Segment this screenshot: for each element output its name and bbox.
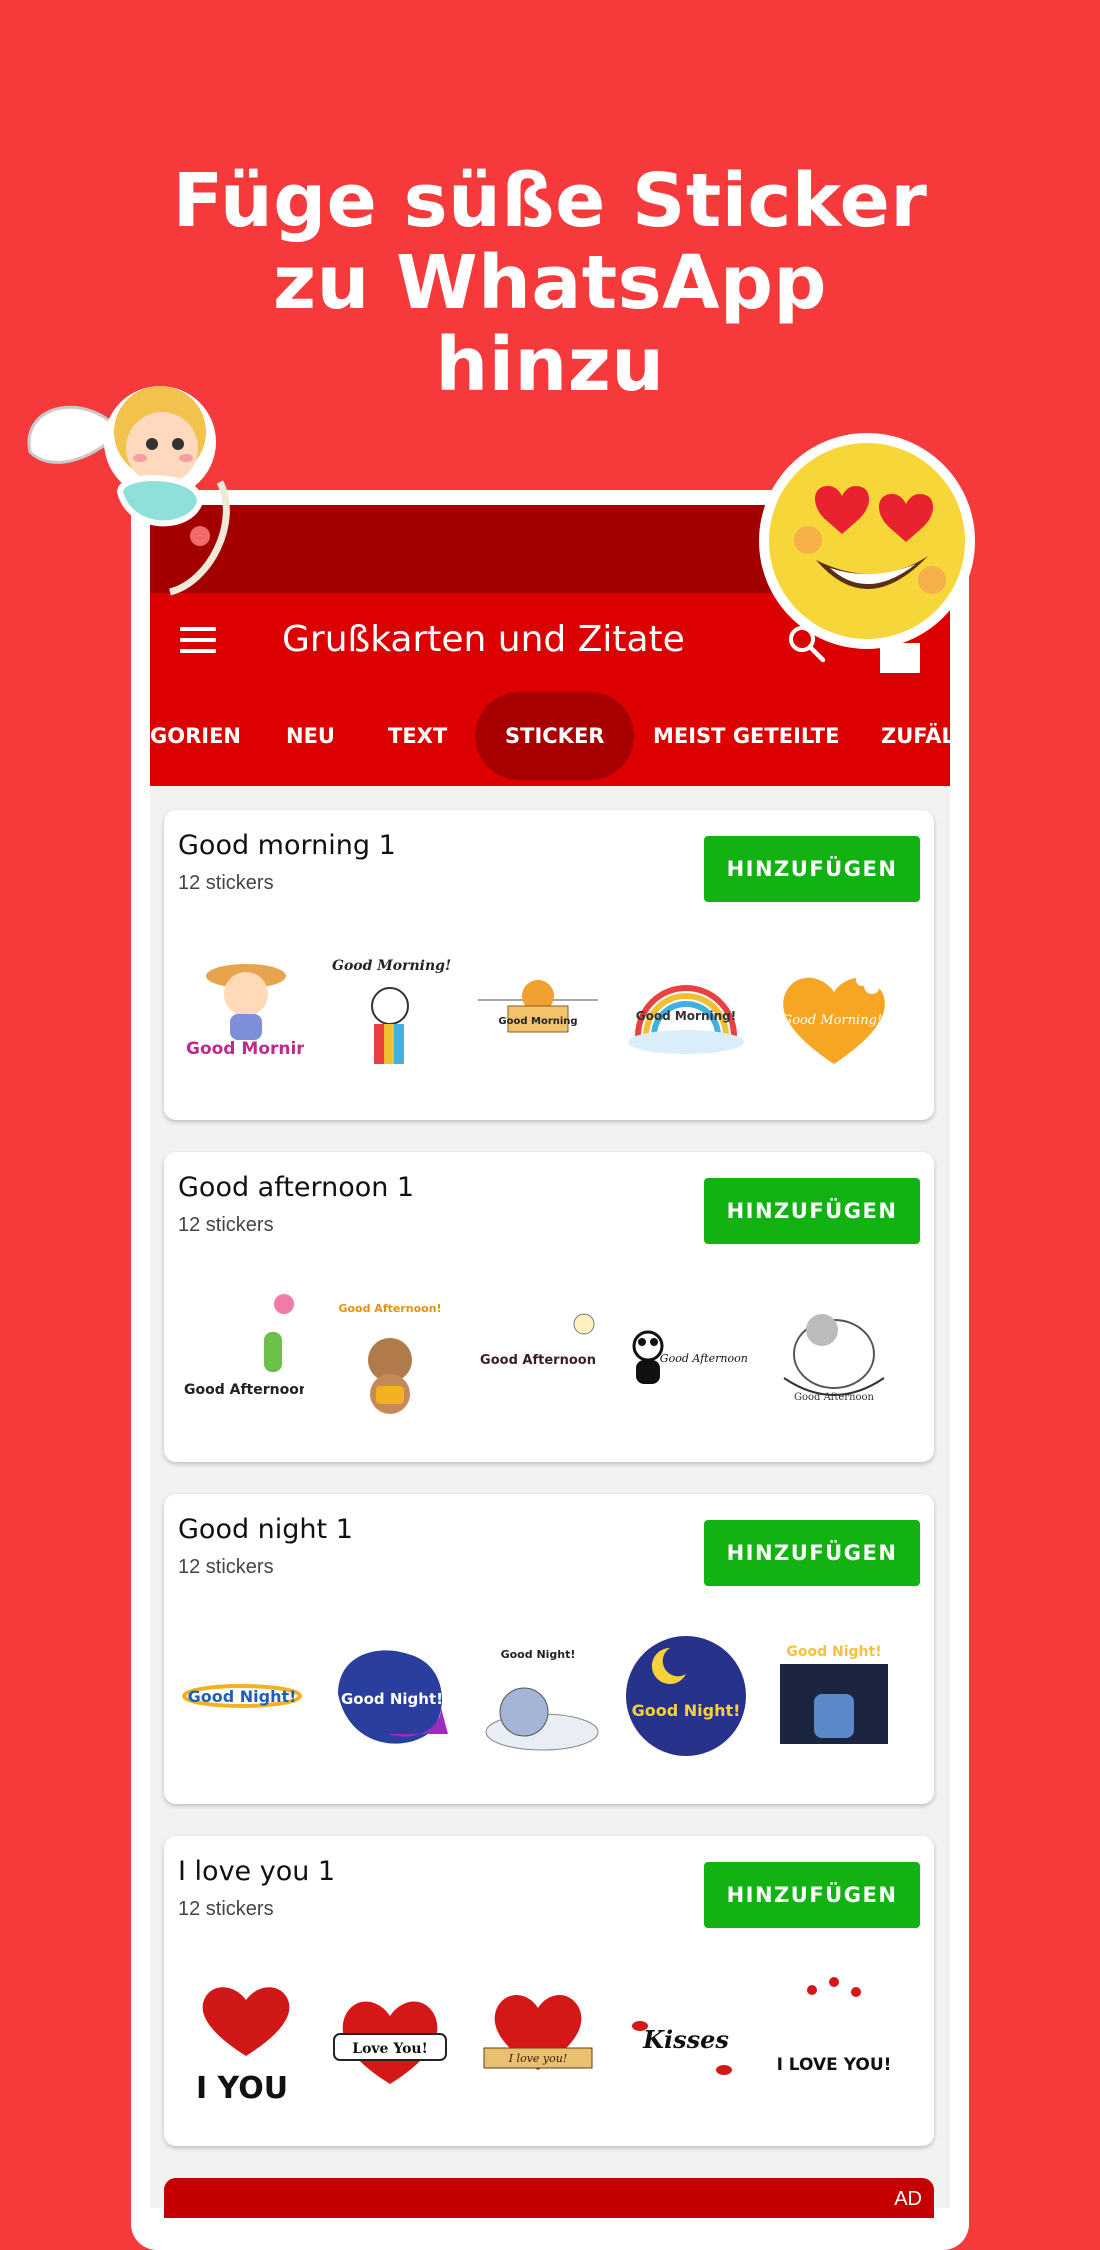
sticker-text: Good Morning!	[636, 1009, 736, 1023]
sticker-text: Good Afternoon	[794, 1392, 875, 1403]
sticker-preview: Good Morning!	[328, 940, 452, 1080]
sticker-text: Good Afternoon!	[338, 1302, 441, 1315]
pack-count: 12 stickers	[178, 1556, 274, 1578]
sticker-text: I LOVE YOU!	[777, 2055, 892, 2075]
sticker-preview: Good Morning!	[772, 940, 896, 1080]
sticker-preview: Good Morning!	[624, 940, 748, 1080]
app-title: Grußkarten und Zitate	[282, 619, 685, 660]
sticker-text: Good Morning!	[782, 1013, 882, 1028]
sticker-text: Good Morning!	[332, 958, 451, 974]
sticker-text: I YOU	[196, 2071, 288, 2106]
headline-line-2: zu WhatsApp	[273, 240, 827, 326]
sticker-preview: Good Afternoon	[476, 1282, 600, 1422]
tab-sticker[interactable]: STICKER	[475, 692, 635, 780]
sticker-preview-row: I YOU Love You! I love you! Kisses I LOV…	[180, 1966, 920, 2106]
sticker-preview: Good Afternoon!	[624, 1282, 748, 1422]
add-pack-button[interactable]: HINZUFÜGEN	[704, 836, 920, 902]
tab-most-shared[interactable]: MEIST GETEILTE	[653, 686, 839, 786]
sticker-preview: Good Afternoon	[180, 1282, 304, 1422]
tab-categories[interactable]: GORIEN	[150, 686, 241, 786]
sticker-pack-card[interactable]: I love you 1 12 stickers HINZUFÜGEN I YO…	[164, 1836, 934, 2146]
sticker-preview: I YOU	[180, 1966, 304, 2106]
sticker-text: Good Night!	[786, 1644, 881, 1660]
sticker-preview-row: Good Afternoon Good Afternoon! Good Afte…	[180, 1282, 920, 1422]
sticker-preview: Love You!	[328, 1966, 452, 2106]
cupid-sticker	[27, 386, 230, 596]
sticker-text: Good Afternoon	[480, 1353, 596, 1368]
sticker-text: Good Night!	[632, 1701, 741, 1720]
sticker-text: Good Morning!	[186, 1039, 304, 1059]
sticker-text: Kisses	[642, 2025, 729, 2054]
heart-eyes-emoji-icon	[759, 433, 975, 649]
sticker-preview: Good Afternoon!	[328, 1282, 452, 1422]
sticker-pack-card[interactable]: Good afternoon 1 12 stickers HINZUFÜGEN …	[164, 1152, 934, 1462]
tab-new[interactable]: NEU	[286, 686, 335, 786]
sticker-preview: Good Night!	[328, 1624, 452, 1764]
sticker-pack-card[interactable]: Good night 1 12 stickers HINZUFÜGEN Good…	[164, 1494, 934, 1804]
sticker-preview: Good Night!	[772, 1624, 896, 1764]
sticker-preview: Good Afternoon	[772, 1282, 896, 1422]
headline-line-1: Füge süße Sticker	[172, 158, 928, 244]
sticker-preview-row: Good Morning! Good Morning! Good Morning	[180, 940, 920, 1080]
pack-title: I love you 1	[178, 1856, 336, 1887]
sticker-text: I love you!	[508, 2052, 568, 2065]
sticker-preview: I love you!	[476, 1966, 600, 2106]
sticker-text: Love You!	[352, 2041, 428, 2057]
pack-title: Good night 1	[178, 1514, 353, 1545]
sticker-preview: I LOVE YOU!	[772, 1966, 896, 2106]
sticker-preview: Good Night!	[180, 1624, 304, 1764]
add-pack-button[interactable]: HINZUFÜGEN	[704, 1520, 920, 1586]
sticker-text: Good Night!	[341, 1690, 443, 1708]
pack-count: 12 stickers	[178, 872, 274, 894]
sticker-text: Good Afternoon	[184, 1382, 304, 1398]
sticker-text: Good Afternoon!	[660, 1352, 748, 1365]
ad-banner[interactable]: AD	[164, 2178, 934, 2218]
sticker-preview-row: Good Night! Good Night! Good Night! Good…	[180, 1624, 920, 1764]
tab-bar: GORIEN NEU TEXT STICKER MEIST GETEILTE Z…	[150, 686, 950, 786]
sticker-preview: Good Morning!	[180, 940, 304, 1080]
tab-text[interactable]: TEXT	[388, 686, 447, 786]
sticker-pack-card[interactable]: Good morning 1 12 stickers HINZUFÜGEN Go…	[164, 810, 934, 1120]
hamburger-menu-icon[interactable]	[180, 627, 216, 653]
tab-random[interactable]: ZUFÄLL	[881, 686, 950, 786]
sticker-preview: Good Night!	[476, 1624, 600, 1764]
sticker-preview: Good Morning	[476, 940, 600, 1080]
pack-count: 12 stickers	[178, 1898, 274, 1920]
sticker-text: Good Night!	[188, 1687, 297, 1706]
add-pack-button[interactable]: HINZUFÜGEN	[704, 1862, 920, 1928]
pack-title: Good afternoon 1	[178, 1172, 415, 1203]
sticker-preview: Kisses	[624, 1966, 748, 2106]
sticker-preview: Good Night!	[624, 1624, 748, 1764]
pack-count: 12 stickers	[178, 1214, 274, 1236]
pack-title: Good morning 1	[178, 830, 396, 861]
add-pack-button[interactable]: HINZUFÜGEN	[704, 1178, 920, 1244]
sticker-text: Good Night!	[501, 1648, 576, 1661]
sticker-text: Good Morning	[498, 1016, 577, 1027]
